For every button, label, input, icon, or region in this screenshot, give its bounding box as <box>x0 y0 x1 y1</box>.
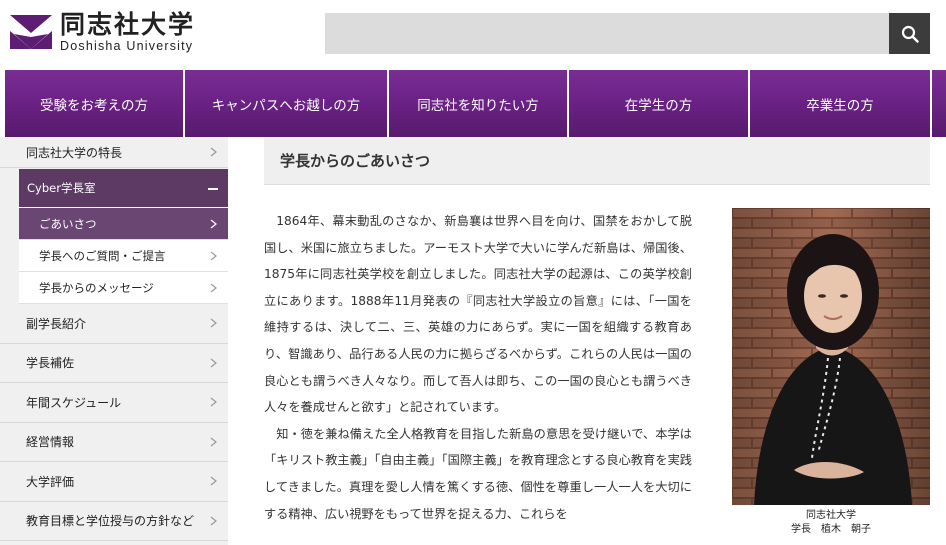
sidebar-item-label: 経営情報 <box>26 435 75 450</box>
sidebar-subitem-label: ごあいさつ <box>39 216 97 231</box>
collapse-minus-icon <box>208 188 218 190</box>
sidebar-subitem-label: 学長からのメッセージ <box>39 280 154 295</box>
chevron-right-icon <box>210 251 217 260</box>
sidebar-item-features[interactable]: 同志社大学の特長 <box>0 137 228 168</box>
president-portrait-image <box>732 208 930 505</box>
chevron-right-icon <box>210 219 217 228</box>
sidebar-item-label: 学長補佐 <box>26 356 75 371</box>
chevron-right-icon <box>210 358 217 368</box>
photo-caption: 同志社大学 学長 植木 朝子 <box>732 509 930 537</box>
nav-prospective-students[interactable]: 受験をお考えの方 <box>0 70 183 137</box>
caption-university: 同志社大学 <box>806 510 856 521</box>
search-button[interactable] <box>889 13 930 54</box>
logo-japanese-name: 同志社大学 <box>60 10 196 39</box>
search-icon <box>901 25 919 43</box>
nav-overflow-edge <box>930 70 946 137</box>
article-paragraph: 知・徳を兼ね備えた全人格教育を目指した新島の意思を受け継いで、本学は「キリスト教… <box>264 426 692 521</box>
sidebar-subitem-greeting[interactable]: ごあいさつ <box>19 208 228 240</box>
sidebar-section-cyber-office[interactable]: Cyber学長室 <box>19 169 228 208</box>
article-paragraph: 1864年、幕末動乱のさなか、新島襄は世界へ目を向け、国禁をおかして脱国し、米国… <box>264 214 692 415</box>
sidebar-item-educational-goals[interactable]: 教育目標と学位授与の方針など <box>0 501 228 541</box>
site-search <box>325 13 930 54</box>
sidebar-item-assistants[interactable]: 学長補佐 <box>0 343 228 383</box>
sidebar-subitem-label: 学長へのご質問・ご提言 <box>39 248 166 263</box>
sidebar-item-evaluation[interactable]: 大学評価 <box>0 462 228 502</box>
chevron-right-icon <box>210 516 217 526</box>
sidebar-item-label: 副学長紹介 <box>26 316 87 331</box>
sidebar-section-label: Cyber学長室 <box>27 181 96 195</box>
nav-current-students[interactable]: 在学生の方 <box>567 70 748 137</box>
chevron-right-icon <box>210 318 217 328</box>
president-photo <box>732 208 930 505</box>
chevron-right-icon <box>210 476 217 486</box>
nav-campus-visitors[interactable]: キャンパスへお越しの方 <box>183 70 387 137</box>
global-nav: 受験をお考えの方 キャンパスへお越しの方 同志社を知りたい方 在学生の方 卒業生… <box>0 70 946 137</box>
caption-president-name: 学長 植木 朝子 <box>791 524 871 535</box>
nav-alumni[interactable]: 卒業生の方 <box>748 70 930 137</box>
sidebar-item-label: 大学評価 <box>26 474 75 489</box>
site-logo[interactable]: 同志社大学 Doshisha University <box>10 12 195 53</box>
sidebar-item-label: 年間スケジュール <box>26 395 122 410</box>
search-input[interactable] <box>325 13 889 54</box>
sidebar-item-schedule[interactable]: 年間スケジュール <box>0 383 228 423</box>
site-header: 同志社大学 Doshisha University <box>0 0 946 70</box>
sidebar-item-vice-presidents[interactable]: 副学長紹介 <box>0 304 228 344</box>
nav-about-doshisha[interactable]: 同志社を知りたい方 <box>387 70 567 137</box>
logo-english-name: Doshisha University <box>60 39 194 53</box>
sidebar-subitem-questions[interactable]: 学長へのご質問・ご提言 <box>19 240 228 272</box>
page-title: 学長からのごあいさつ <box>264 137 930 185</box>
chevron-right-icon <box>210 437 217 447</box>
chevron-right-icon <box>210 283 217 292</box>
sidebar-item-label: 教育目標と学位授与の方針など <box>26 514 195 529</box>
sidebar-subitem-messages[interactable]: 学長からのメッセージ <box>19 272 228 304</box>
sidebar-item-management[interactable]: 経営情報 <box>0 422 228 462</box>
sidebar-item-label: 同志社大学の特長 <box>26 145 123 160</box>
sidebar-nav: 同志社大学の特長 Cyber学長室 ごあいさつ 学長へのご質問・ご提言 学長から… <box>0 137 228 545</box>
greeting-article: 1864年、幕末動乱のさなか、新島襄は世界へ目を向け、国禁をおかして脱国し、米国… <box>264 208 692 527</box>
chevron-right-icon <box>210 147 217 157</box>
chevron-right-icon <box>210 397 217 407</box>
doshisha-logo-icon <box>10 15 52 50</box>
